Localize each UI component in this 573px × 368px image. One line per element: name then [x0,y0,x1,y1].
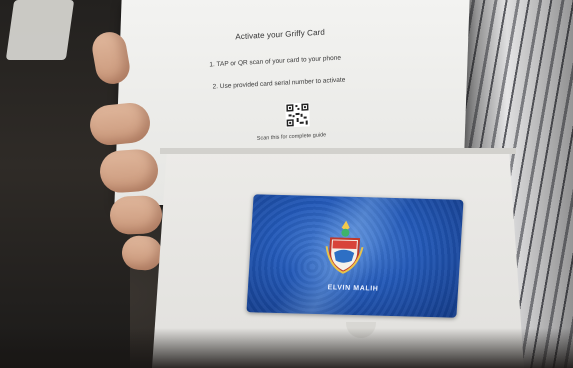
foreground-shadow [0,328,573,368]
step-1: 1. TAP or QR scan of your card to your p… [209,54,342,69]
griffy-card: ELVIN MALIH [246,194,464,318]
photo-scene: Activate your Griffy Card 1. TAP or QR s… [0,0,573,368]
crest-icon [325,220,364,274]
step-2: 2. Use provided card serial number to ac… [212,76,346,91]
finger-ring [109,195,163,235]
finger-middle [98,148,160,194]
background-light [5,0,75,60]
finger-index [88,100,152,148]
finger-little [120,234,164,272]
scan-caption: Scan this for complete guide [256,132,327,142]
box-tray-edge [160,148,516,154]
thumb [89,29,133,87]
qr-code-icon [285,102,310,128]
lid-title: Activate your Griffy Card [235,27,325,42]
